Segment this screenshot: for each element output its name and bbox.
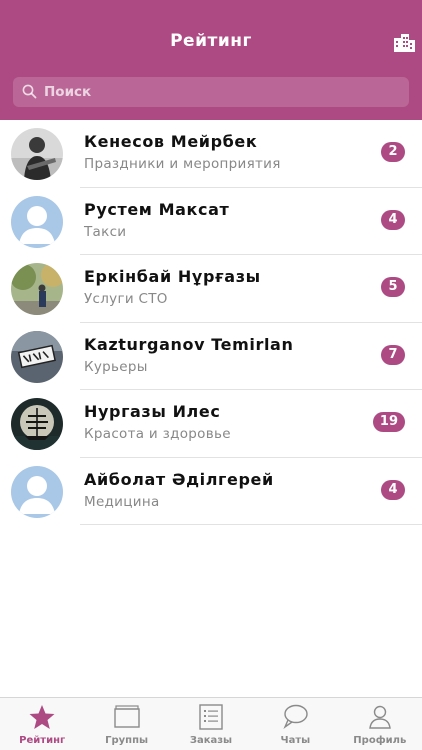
tab-bar: Рейтинг Группы Заказы Чаты Профиль	[0, 697, 422, 750]
user-name: Kazturganov Temirlan	[84, 334, 294, 354]
avatar	[11, 465, 63, 518]
header-bar: Рейтинг Поиск	[0, 0, 422, 120]
user-name: Айболат Әділгерей	[84, 469, 274, 489]
rating-badge: 2	[381, 142, 405, 162]
avatar	[11, 398, 63, 450]
tab-profile[interactable]: Профиль	[338, 698, 422, 750]
user-name: Еркінбай Нұрғазы	[84, 267, 261, 286]
folders-icon	[113, 705, 140, 728]
user-category: Такси	[84, 223, 127, 240]
list-item[interactable]: Kazturganov Temirlan Курьеры 7	[0, 323, 422, 390]
rating-list: Кенесов Мейрбек Праздники и мероприятия …	[0, 120, 422, 525]
search-icon	[22, 84, 37, 99]
person-icon	[368, 705, 391, 729]
rating-badge: 19	[372, 412, 405, 432]
search-placeholder: Поиск	[44, 84, 92, 100]
tab-chats[interactable]: Чаты	[253, 698, 337, 750]
list-item[interactable]: Еркінбай Нұрғазы Услуги СТО 5	[0, 255, 422, 323]
tab-orders[interactable]: Заказы	[169, 698, 253, 750]
rating-badge: 7	[381, 344, 405, 365]
user-category: Красота и здоровье	[84, 426, 231, 442]
avatar	[11, 263, 63, 315]
user-category: Услуги СТО	[84, 291, 168, 307]
tab-label: Чаты	[280, 735, 311, 746]
user-name: Кенесов Мейрбек	[84, 132, 258, 151]
city-buildings-icon[interactable]	[393, 32, 415, 52]
tab-label: Профиль	[353, 735, 407, 746]
list-item[interactable]: Кенесов Мейрбек Праздники и мероприятия …	[0, 120, 422, 188]
list-item[interactable]: Рустем Максат Такси 4	[0, 188, 422, 255]
user-name: Нургазы Илес	[84, 402, 221, 421]
avatar	[11, 330, 63, 383]
search-input[interactable]: Поиск	[13, 77, 409, 107]
user-category: Курьеры	[84, 358, 148, 375]
tab-groups[interactable]: Группы	[84, 698, 168, 750]
page-title: Рейтинг	[170, 31, 252, 51]
rating-badge: 4	[381, 209, 405, 230]
rating-badge: 4	[381, 479, 405, 500]
chat-bubbles-icon	[283, 704, 309, 730]
avatar	[11, 195, 63, 248]
tab-rating[interactable]: Рейтинг	[0, 698, 84, 750]
list-item[interactable]: Айболат Әділгерей Медицина 4	[0, 458, 422, 525]
star-icon	[29, 705, 55, 729]
list-item[interactable]: Нургазы Илес Красота и здоровье 19	[0, 390, 422, 458]
tab-label: Заказы	[189, 735, 233, 746]
user-category: Праздники и мероприятия	[84, 156, 281, 172]
list-icon	[199, 704, 223, 730]
tab-label: Группы	[105, 735, 149, 746]
rating-badge: 5	[381, 277, 405, 297]
user-name: Рустем Максат	[84, 199, 230, 219]
avatar	[11, 128, 63, 180]
divider	[80, 524, 422, 525]
tab-label: Рейтинг	[19, 735, 66, 746]
user-category: Медицина	[84, 493, 160, 510]
